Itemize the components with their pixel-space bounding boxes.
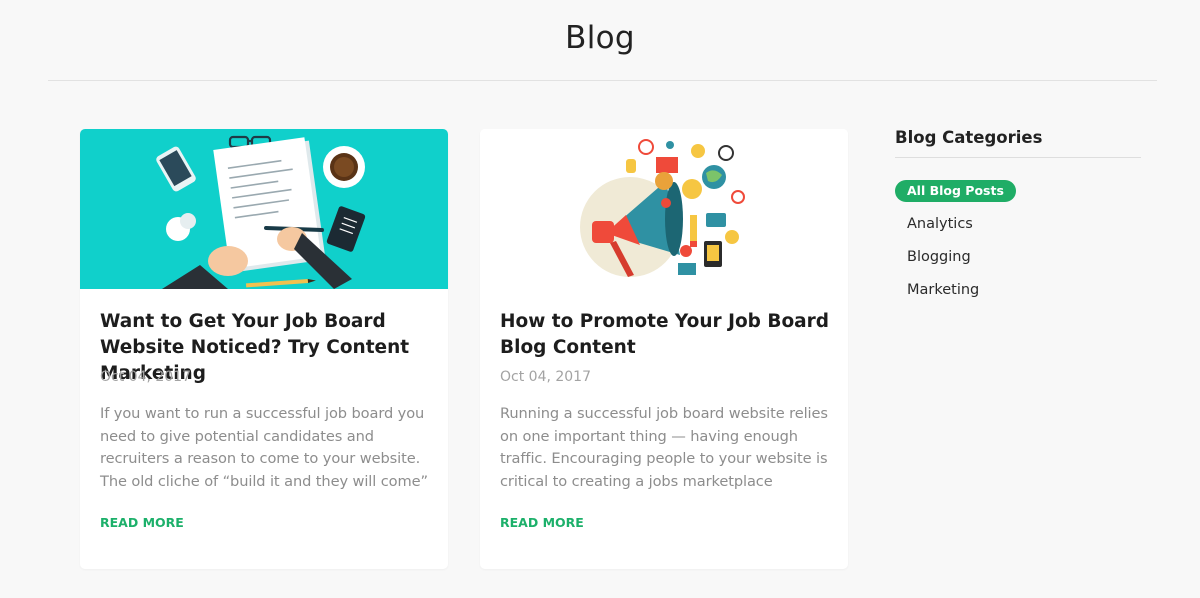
page-title: Blog xyxy=(565,20,635,56)
writing-desk-illustration-icon[interactable] xyxy=(80,129,448,289)
read-more-link[interactable]: READ MORE xyxy=(500,515,584,530)
post-date: Oct 04, 2017 xyxy=(100,369,191,385)
post-date: Oct 04, 2017 xyxy=(500,369,591,385)
blog-post-card: How to Promote Your Job Board Blog Conte… xyxy=(480,129,848,569)
blog-categories-sidebar: Blog Categories All Blog Posts Analytics… xyxy=(895,128,1141,312)
sidebar-divider xyxy=(895,157,1141,158)
category-all-blog-posts[interactable]: All Blog Posts xyxy=(895,180,1016,202)
category-analytics[interactable]: Analytics xyxy=(895,213,1141,235)
category-list: All Blog Posts Analytics Blogging Market… xyxy=(895,180,1141,301)
blog-post-card: Want to Get Your Job Board Website Notic… xyxy=(80,129,448,569)
post-excerpt: Running a successful job board website r… xyxy=(500,405,828,491)
read-more-link[interactable]: READ MORE xyxy=(100,515,184,530)
header-divider xyxy=(48,80,1157,81)
megaphone-illustration-icon[interactable] xyxy=(480,129,848,289)
category-marketing[interactable]: Marketing xyxy=(895,279,1141,301)
post-excerpt: If you want to run a successful job boar… xyxy=(100,405,428,491)
category-blogging[interactable]: Blogging xyxy=(895,246,1141,268)
sidebar-heading: Blog Categories xyxy=(895,128,1043,147)
post-title[interactable]: How to Promote Your Job Board Blog Conte… xyxy=(500,309,835,361)
